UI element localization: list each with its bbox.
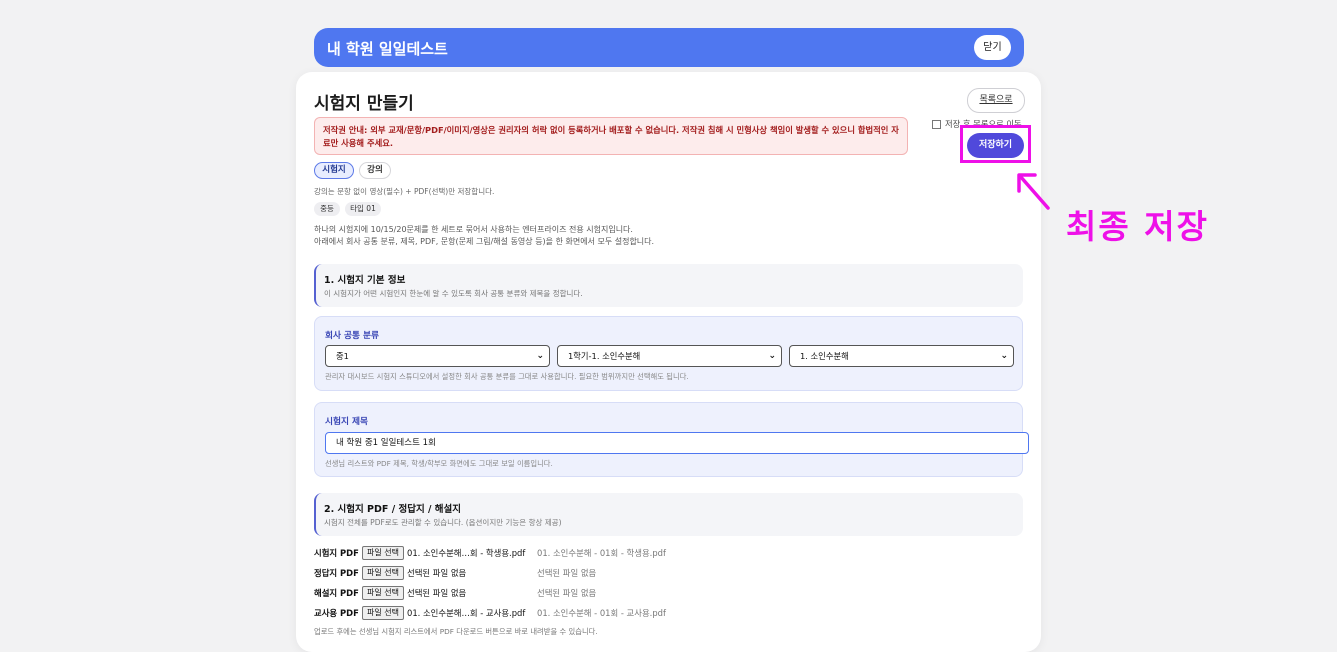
section-title: 2. 시험지 PDF / 정답지 / 해설지	[324, 504, 462, 515]
file-stored-name: 01. 소인수분해 - 01회 - 학생용.pdf	[536, 548, 666, 558]
file-stored-name: 선택된 파일 없음	[536, 568, 597, 578]
file-row-teacher: 교사용 PDF 파일 선택 01. 소인수분해…회 - 교사용.pdf 01. …	[314, 606, 666, 620]
annotation-text: 최종 저장	[1066, 207, 1209, 246]
highlight-box	[960, 125, 1031, 163]
file-row-exam: 시험지 PDF 파일 선택 01. 소인수분해…회 - 학생용.pdf 01. …	[314, 546, 666, 560]
file-stored-name: 01. 소인수분해 - 01회 - 교사용.pdf	[536, 608, 666, 618]
section-desc: 이 시험지가 어떤 시험인지 한눈에 알 수 있도록 회사 공통 분류와 제목을…	[324, 289, 583, 298]
file-label: 시험지 PDF	[314, 548, 359, 558]
section-basic-info: 1. 시험지 기본 정보 이 시험지가 어떤 시험인지 한눈에 알 수 있도록 …	[314, 264, 1023, 307]
close-button[interactable]: 닫기	[974, 35, 1011, 60]
section-desc: 시험지 전체를 PDF로도 관리할 수 있습니다. (옵션이지만 기능은 항상 …	[324, 518, 562, 527]
title-panel: 시험지 제목 내 학원 중1 일일테스트 1회 선생님 리스트와 PDF 제목,…	[314, 402, 1029, 477]
file-label: 해설지 PDF	[314, 588, 359, 598]
file-label: 정답지 PDF	[314, 568, 359, 578]
unit-select-value: 1학기-1. 소인수분해	[568, 351, 641, 361]
app-title: 내 학원 일일테스트	[327, 40, 448, 58]
section-pdf: 2. 시험지 PDF / 정답지 / 해설지 시험지 전체를 PDF로도 관리할…	[314, 493, 1023, 536]
title-label: 시험지 제목	[325, 417, 368, 427]
file-choose-button[interactable]: 파일 선택	[362, 546, 404, 560]
title-hint: 선생님 리스트와 PDF 제목, 학생/학부모 화면에도 그대로 보일 이름입니…	[325, 459, 553, 468]
back-to-list-button[interactable]: 목록으로	[967, 88, 1025, 113]
file-row-answer: 정답지 PDF 파일 선택 선택된 파일 없음 선택된 파일 없음	[314, 566, 596, 580]
app-header: 내 학원 일일테스트 닫기	[314, 28, 1024, 67]
grade-select-value: 중1	[336, 351, 349, 361]
unit-select[interactable]: 1학기-1. 소인수분해 ⌄	[557, 345, 782, 367]
chip-level: 중등	[314, 202, 340, 216]
description-line: 아래에서 회사 공통 분류, 제목, PDF, 문항(문제 그림/해설 동영상 …	[314, 237, 655, 246]
file-stored-name: 선택된 파일 없음	[536, 588, 597, 598]
chip-type: 타입 01	[345, 202, 381, 216]
save-option-checkbox[interactable]	[932, 119, 941, 129]
category-hint: 관리자 대시보드 시험지 스튜디오에서 설정한 회사 공통 분류를 그대로 사용…	[325, 372, 689, 381]
file-chosen-name: 선택된 파일 없음	[406, 588, 467, 598]
file-chosen-name: 01. 소인수분해…회 - 교사용.pdf	[406, 608, 526, 618]
description-line: 하나의 시험지에 10/15/20문제를 한 세트로 묶어서 사용하는 엔터프라…	[314, 225, 633, 234]
lecture-note: 강의는 문항 없이 영상(필수) + PDF(선택)만 저장합니다.	[314, 187, 495, 196]
grade-select[interactable]: 중1 ⌄	[325, 345, 550, 367]
category-panel: 회사 공통 분류 중1 ⌄ 1학기-1. 소인수분해 ⌄ 1. 소인수분해 ⌄ …	[314, 316, 1023, 391]
topic-select-value: 1. 소인수분해	[800, 351, 849, 361]
section-title: 1. 시험지 기본 정보	[324, 275, 406, 286]
file-chosen-name: 01. 소인수분해…회 - 학생용.pdf	[406, 548, 526, 558]
file-choose-button[interactable]: 파일 선택	[362, 566, 404, 580]
chevron-down-icon: ⌄	[536, 351, 544, 361]
files-hint: 업로드 후에는 선생님 시험지 리스트에서 PDF 다운로드 버튼으로 바로 내…	[314, 627, 598, 636]
file-choose-button[interactable]: 파일 선택	[362, 606, 404, 620]
topic-select[interactable]: 1. 소인수분해 ⌄	[789, 345, 1014, 367]
annotation-arrow-icon	[1017, 173, 1050, 210]
file-label: 교사용 PDF	[314, 608, 359, 618]
file-row-explanation: 해설지 PDF 파일 선택 선택된 파일 없음 선택된 파일 없음	[314, 586, 596, 600]
page-description: 하나의 시험지에 10/15/20문제를 한 세트로 묶어서 사용하는 엔터프라…	[314, 224, 654, 248]
tab-exam[interactable]: 시험지	[314, 162, 354, 179]
file-chosen-name: 선택된 파일 없음	[406, 568, 467, 578]
chevron-down-icon: ⌄	[1000, 351, 1008, 361]
tab-lecture[interactable]: 강의	[359, 162, 391, 179]
copyright-notice: 저작권 안내: 외부 교재/문항/PDF/이미지/영상은 권리자의 허락 없이 …	[314, 117, 908, 155]
exam-title-input[interactable]: 내 학원 중1 일일테스트 1회	[325, 432, 1029, 454]
file-choose-button[interactable]: 파일 선택	[362, 586, 404, 600]
chevron-down-icon: ⌄	[768, 351, 776, 361]
category-label: 회사 공통 분류	[325, 331, 380, 341]
page-title: 시험지 만들기	[314, 94, 414, 114]
